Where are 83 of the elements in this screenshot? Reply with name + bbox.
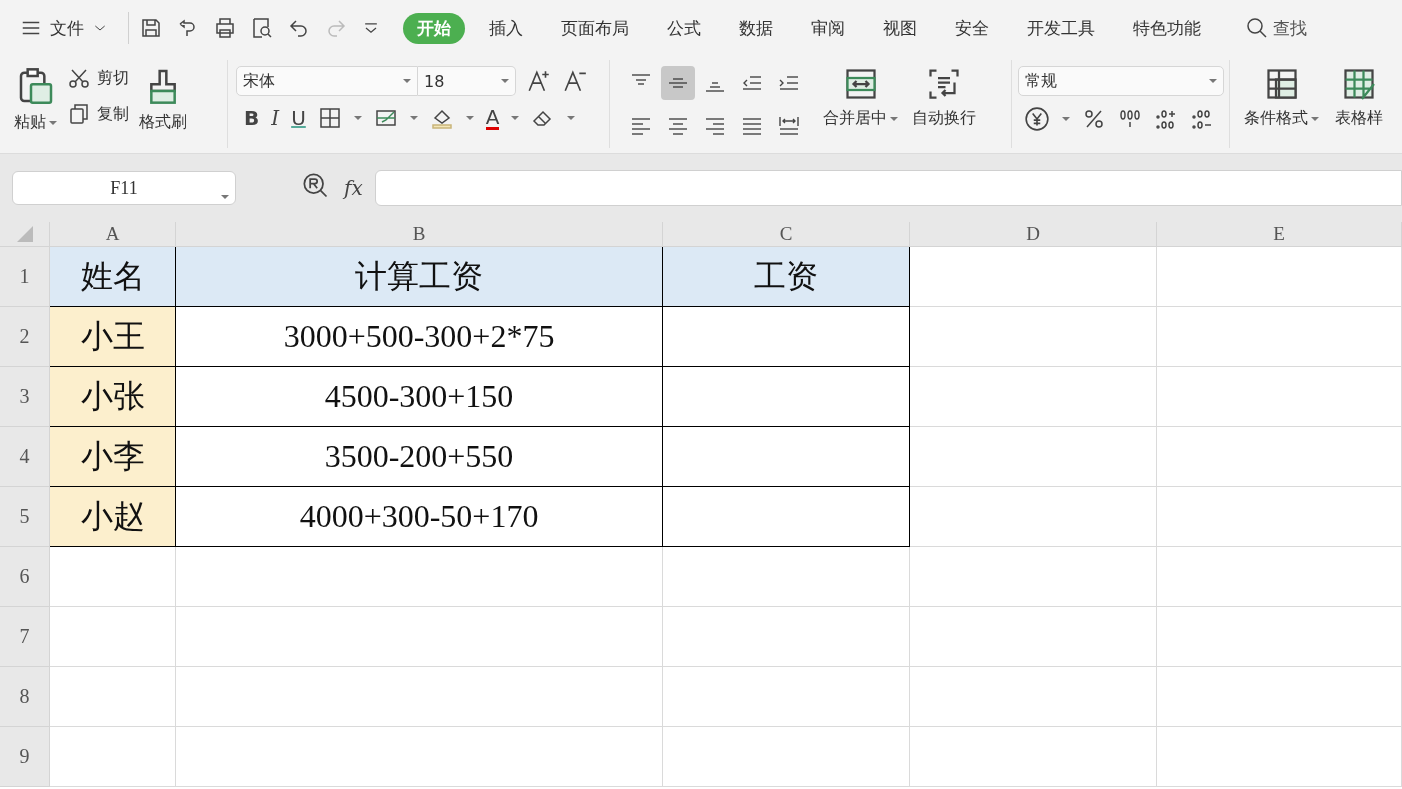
decrease-font-icon[interactable] (562, 68, 588, 94)
borders-icon[interactable] (317, 106, 342, 130)
print-preview-icon[interactable] (250, 16, 274, 40)
caret-icon[interactable] (403, 78, 411, 84)
font-size-dropdown[interactable]: 18 (418, 66, 516, 96)
table-cell: 小赵 (50, 487, 176, 547)
caret-icon[interactable] (890, 115, 898, 122)
caret-icon[interactable] (501, 78, 509, 84)
ribbon-tab[interactable]: 安全 (941, 12, 1003, 44)
caret-icon[interactable] (1209, 78, 1217, 84)
row-header[interactable]: 8 (0, 667, 50, 727)
column-header[interactable]: A (50, 222, 176, 247)
caret-icon[interactable] (49, 119, 57, 126)
ribbon-tab[interactable]: 开发工具 (1013, 12, 1109, 44)
table-cell: 小张 (50, 367, 176, 427)
ribbon-tab[interactable]: 数据 (725, 12, 787, 44)
search-icon[interactable] (1245, 16, 1269, 40)
ribbon-tab[interactable]: 公式 (653, 12, 715, 44)
table-cell: 3000+500-300+2*75 (176, 307, 663, 367)
formula-input[interactable] (374, 170, 1402, 206)
conditional-format-button[interactable]: 条件格式 (1244, 66, 1319, 148)
table-cell: 工资 (663, 247, 910, 307)
row-header[interactable]: 6 (0, 547, 50, 607)
print-icon[interactable] (213, 16, 237, 40)
currency-icon[interactable] (1024, 106, 1050, 132)
underline-button[interactable]: U (291, 106, 306, 130)
caret-icon[interactable] (567, 115, 576, 121)
caret-icon[interactable] (1311, 115, 1319, 122)
row-header[interactable]: 2 (0, 307, 50, 367)
decrease-decimal-icon[interactable] (1190, 107, 1214, 131)
file-menu[interactable]: 文件 (20, 16, 118, 40)
row-header[interactable]: 7 (0, 607, 50, 667)
paste-button[interactable]: 粘贴 (14, 66, 57, 148)
increase-decimal-icon[interactable] (1154, 107, 1178, 131)
column-header[interactable]: D (910, 222, 1157, 247)
function-label[interactable]: fx (344, 176, 363, 200)
caret-icon[interactable] (1062, 116, 1070, 122)
search-button[interactable]: 查找 (1239, 15, 1313, 41)
ribbon-tab[interactable]: 插入 (475, 12, 537, 44)
row-header[interactable]: 4 (0, 427, 50, 487)
ribbon-tab[interactable]: 页面布局 (547, 12, 643, 44)
row-header[interactable]: 9 (0, 727, 50, 787)
wrap-text-icon[interactable] (926, 66, 962, 102)
font-color-button[interactable]: A (485, 106, 500, 130)
column-header[interactable]: E (1157, 222, 1402, 247)
format-painter-button[interactable]: 格式刷 (139, 66, 187, 148)
row-header[interactable]: 3 (0, 367, 50, 427)
table-cell: 3500-200+550 (176, 427, 663, 487)
caret-icon[interactable] (511, 115, 520, 121)
number-format-dropdown[interactable]: 常规 (1018, 66, 1224, 96)
wrap-text-button[interactable]: 自动换行 (912, 66, 976, 148)
triangle-icon (16, 226, 33, 242)
table-cell: 小李 (50, 427, 176, 487)
column-header[interactable]: B (176, 222, 663, 247)
table-style-icon[interactable] (1341, 66, 1377, 102)
ribbon-tab[interactable]: 视图 (869, 12, 931, 44)
percent-icon[interactable] (1082, 107, 1106, 131)
increase-font-icon[interactable] (526, 68, 552, 94)
table-cell: 小王 (50, 307, 176, 367)
table-cell: 姓名 (50, 247, 176, 307)
dropdown-arrow-icon[interactable] (221, 194, 229, 200)
italic-button[interactable]: I (271, 106, 280, 130)
cut-button[interactable]: 剪切 (67, 66, 129, 90)
ribbon-tab[interactable]: 审阅 (797, 12, 859, 44)
bold-button[interactable]: B (244, 106, 260, 130)
caret-icon[interactable] (465, 115, 474, 121)
copy-button[interactable]: 复制 (67, 102, 129, 126)
table-cell: 4500-300+150 (176, 367, 663, 427)
table-cell: 4000+300-50+170 (176, 487, 663, 547)
name-box[interactable]: F11 (12, 171, 236, 205)
font-name-dropdown[interactable]: 宋体 (236, 66, 418, 96)
row-header[interactable]: 5 (0, 487, 50, 547)
table-style-button[interactable]: 表格样 (1335, 66, 1383, 148)
column-header[interactable]: C (663, 222, 910, 247)
copy-icon[interactable] (67, 102, 91, 126)
caret-icon[interactable] (409, 115, 418, 121)
zoom-formula-icon[interactable] (302, 172, 330, 200)
row-header[interactable]: 1 (0, 247, 50, 307)
caret-icon[interactable] (353, 115, 362, 121)
save-icon[interactable] (139, 16, 163, 40)
ribbon-tab[interactable]: 特色功能 (1119, 12, 1215, 44)
table-cell: 计算工资 (176, 247, 663, 307)
merge-center-button[interactable]: 合并居中 (823, 66, 898, 148)
